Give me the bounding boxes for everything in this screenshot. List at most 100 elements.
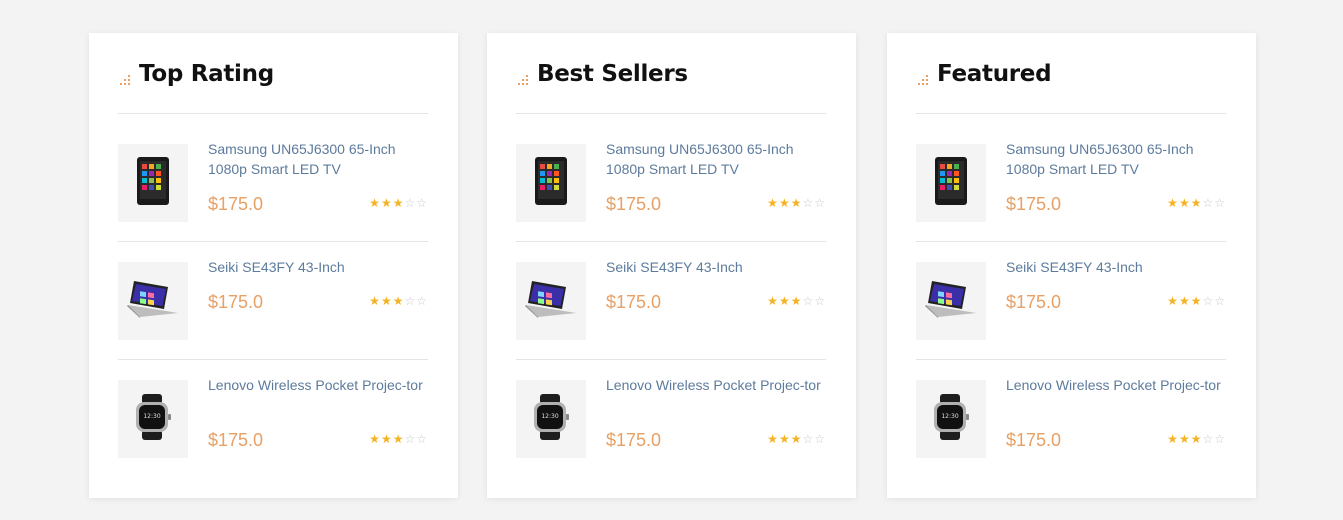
star-filled-icon: ★ [1178,294,1191,308]
dots-icon [916,72,930,85]
product-thumbnail[interactable] [916,144,986,222]
product-thumbnail[interactable]: 12:30 [916,380,986,458]
product-item: 12:30 Lenovo Wireless Pocket Projec-tor $… [916,360,1226,478]
star-filled-icon: ★ [767,196,779,210]
star-rating: ★★★☆☆ [767,196,826,210]
star-empty-icon: ☆ [802,294,815,308]
product-price: $175.0 [606,194,662,214]
laptop-icon [922,279,980,324]
product-thumbnail[interactable]: 12:30 [516,380,586,458]
star-empty-icon: ☆ [1214,432,1226,446]
product-price: $175.0 [1006,430,1062,450]
star-rating: ★★★☆☆ [1167,432,1226,446]
product-price: $175.0 [606,292,662,312]
star-empty-icon: ☆ [802,196,815,210]
panel-title: Featured [937,61,1052,87]
product-item: Seiki SE43FY 43-Inch $175.0 ★★★☆☆ [118,242,428,360]
star-filled-icon: ★ [1190,196,1203,210]
product-item: Seiki SE43FY 43-Inch $175.0 ★★★☆☆ [516,242,826,360]
product-item: Samsung UN65J6300 65-Inch 1080p Smart LE… [916,114,1226,242]
panel-title: Best Sellers [537,61,688,87]
product-name-link[interactable]: Lenovo Wireless Pocket Projec-tor [208,375,428,395]
product-name-link[interactable]: Samsung UN65J6300 65-Inch 1080p Smart LE… [606,139,826,179]
product-price: $175.0 [208,292,264,312]
star-filled-icon: ★ [380,196,393,210]
star-rating: ★★★☆☆ [767,432,826,446]
product-thumbnail[interactable] [118,262,188,340]
star-empty-icon: ☆ [814,432,826,446]
svg-text:12:30: 12:30 [143,413,160,420]
star-filled-icon: ★ [392,294,405,308]
product-price: $175.0 [1006,292,1062,312]
star-filled-icon: ★ [369,196,381,210]
product-name-link[interactable]: Samsung UN65J6300 65-Inch 1080p Smart LE… [208,139,428,179]
star-filled-icon: ★ [369,432,381,446]
product-name-link[interactable]: Seiki SE43FY 43-Inch [208,257,428,277]
star-filled-icon: ★ [369,294,381,308]
star-empty-icon: ☆ [416,432,428,446]
star-empty-icon: ☆ [404,432,417,446]
star-filled-icon: ★ [1167,196,1179,210]
product-price: $175.0 [606,430,662,450]
star-empty-icon: ☆ [814,294,826,308]
product-thumbnail[interactable] [516,144,586,222]
tablet-icon [934,156,968,211]
star-rating: ★★★☆☆ [767,294,826,308]
star-empty-icon: ☆ [1214,196,1226,210]
product-panel: Top Rating Samsung UN65J6300 65-Inch 108… [89,33,458,498]
star-filled-icon: ★ [380,294,393,308]
star-empty-icon: ☆ [1202,432,1215,446]
product-thumbnail[interactable] [118,144,188,222]
svg-text:12:30: 12:30 [541,413,558,420]
star-filled-icon: ★ [1178,196,1191,210]
product-item: 12:30 Lenovo Wireless Pocket Projec-tor $… [516,360,826,478]
product-item: 12:30 Lenovo Wireless Pocket Projec-tor $… [118,360,428,478]
dots-icon [516,72,530,85]
star-filled-icon: ★ [1190,432,1203,446]
star-filled-icon: ★ [1190,294,1203,308]
product-thumbnail[interactable]: 12:30 [118,380,188,458]
product-thumbnail[interactable] [916,262,986,340]
star-empty-icon: ☆ [1214,294,1226,308]
star-rating: ★★★☆☆ [1167,294,1226,308]
star-rating: ★★★☆☆ [369,432,428,446]
star-empty-icon: ☆ [802,432,815,446]
product-panels: Top Rating Samsung UN65J6300 65-Inch 108… [89,33,1256,498]
star-filled-icon: ★ [380,432,393,446]
star-filled-icon: ★ [790,294,803,308]
product-name-link[interactable]: Samsung UN65J6300 65-Inch 1080p Smart LE… [1006,139,1226,179]
star-empty-icon: ☆ [404,294,417,308]
star-filled-icon: ★ [778,196,791,210]
product-item: Seiki SE43FY 43-Inch $175.0 ★★★☆☆ [916,242,1226,360]
product-name-link[interactable]: Seiki SE43FY 43-Inch [1006,257,1226,277]
panel-header: Top Rating [118,33,428,114]
panel-header: Featured [916,33,1226,114]
star-filled-icon: ★ [767,294,779,308]
star-filled-icon: ★ [1178,432,1191,446]
star-empty-icon: ☆ [416,294,428,308]
product-thumbnail[interactable] [516,262,586,340]
star-filled-icon: ★ [1167,294,1179,308]
star-rating: ★★★☆☆ [369,196,428,210]
product-name-link[interactable]: Lenovo Wireless Pocket Projec-tor [1006,375,1226,395]
dots-icon [118,72,132,85]
star-filled-icon: ★ [1167,432,1179,446]
smartwatch-icon: 12:30 [133,393,173,445]
product-price: $175.0 [1006,194,1062,214]
product-name-link[interactable]: Lenovo Wireless Pocket Projec-tor [606,375,826,395]
star-filled-icon: ★ [392,432,405,446]
star-empty-icon: ☆ [814,196,826,210]
product-price: $175.0 [208,194,264,214]
star-rating: ★★★☆☆ [369,294,428,308]
panel-title: Top Rating [139,61,274,87]
product-price: $175.0 [208,430,264,450]
product-panel: Best Sellers Samsung UN65J6300 65-Inch 1… [487,33,856,498]
star-filled-icon: ★ [790,432,803,446]
product-name-link[interactable]: Seiki SE43FY 43-Inch [606,257,826,277]
laptop-icon [124,279,182,324]
smartwatch-icon: 12:30 [531,393,571,445]
smartwatch-icon: 12:30 [931,393,971,445]
star-filled-icon: ★ [778,432,791,446]
star-empty-icon: ☆ [404,196,417,210]
svg-text:12:30: 12:30 [941,413,958,420]
